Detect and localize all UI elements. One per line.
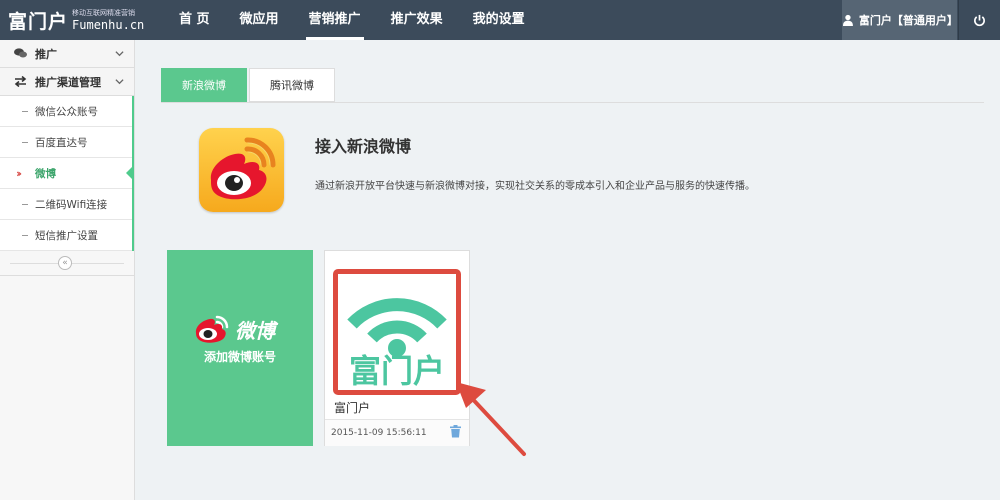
user-label: 富门户【普通用户】 bbox=[858, 14, 958, 27]
sidebar-channel-label: 推广渠道管理 bbox=[35, 75, 101, 89]
sidebar-collapse-row: « bbox=[0, 251, 134, 276]
intro-description: 通过新浪开放平台快速与新浪微博对接，实现社交关系的零成本引入和企业产品与服务的快… bbox=[315, 181, 755, 192]
logout-button[interactable] bbox=[958, 0, 1000, 40]
weibo-logo: 微博 bbox=[193, 314, 275, 344]
exchange-icon bbox=[14, 76, 27, 87]
sidebar-item-wechat[interactable]: 微信公众账号 bbox=[0, 96, 132, 127]
sidebar-item-qrcode-wifi[interactable]: 二维码Wifi连接 bbox=[0, 189, 132, 220]
weibo-icon bbox=[195, 315, 229, 343]
power-icon bbox=[974, 14, 985, 26]
nav-settings[interactable]: 我的设置 bbox=[458, 0, 540, 40]
weibo-logo-text: 微博 bbox=[235, 318, 275, 343]
sidebar-item-baidu[interactable]: 百度直达号 bbox=[0, 127, 132, 158]
sidebar-promo-label: 推广 bbox=[35, 47, 57, 61]
main-nav: 首 页 微应用 营销推广 推广效果 我的设置 bbox=[164, 0, 540, 40]
weibo-tabs: 新浪微博 腾讯微博 bbox=[161, 68, 337, 102]
nav-home[interactable]: 首 页 bbox=[164, 0, 225, 40]
tab-sina-weibo[interactable]: 新浪微博 bbox=[161, 68, 247, 102]
chevron-down-icon bbox=[115, 79, 124, 85]
logo-url: Fumenhu.cn bbox=[72, 17, 145, 32]
account-timestamp: 2015-11-09 15:56:11 bbox=[331, 428, 427, 438]
nav-marketing[interactable]: 营销推广 bbox=[294, 0, 376, 40]
chevron-down-icon bbox=[115, 51, 124, 57]
nav-micro-apps[interactable]: 微应用 bbox=[225, 0, 294, 40]
avatar-text: 富门户 bbox=[349, 352, 445, 390]
channel-submenu: 微信公众账号 百度直达号 ›› 微博 二维码Wifi连接 短信推广设置 bbox=[0, 96, 134, 251]
sidebar-item-channel-management[interactable]: 推广渠道管理 bbox=[0, 68, 134, 96]
sidebar-item-promo[interactable]: 推广 bbox=[0, 40, 134, 68]
annotation-arrow-icon bbox=[456, 382, 526, 456]
collapse-sidebar-button[interactable]: « bbox=[58, 256, 72, 270]
logo-tagline: 移动互联网精准营销 bbox=[72, 8, 136, 17]
weibo-account-card[interactable]: 富门户 富门户 2015-11-09 15:56:11 bbox=[324, 250, 470, 446]
brand-logo[interactable]: 富门户 移动互联网精准营销 Fumenhu.cn bbox=[0, 0, 150, 40]
tab-divider bbox=[161, 102, 984, 103]
account-avatar: 富门户 bbox=[333, 269, 461, 395]
intro-title: 接入新浪微博 bbox=[315, 137, 412, 156]
sina-weibo-app-icon bbox=[199, 128, 284, 212]
user-icon bbox=[842, 14, 853, 26]
tab-tencent-weibo[interactable]: 腾讯微博 bbox=[249, 68, 335, 102]
account-footer: 2015-11-09 15:56:11 bbox=[325, 419, 469, 446]
double-chevron-right-icon: ›› bbox=[16, 167, 22, 180]
add-weibo-account-label: 添加微博账号 bbox=[203, 350, 276, 364]
sidebar-item-weibo-label: 微博 bbox=[35, 167, 56, 180]
chat-bubble-icon bbox=[14, 48, 27, 59]
sidebar-item-sms[interactable]: 短信推广设置 bbox=[0, 220, 132, 251]
user-menu[interactable]: 富门户【普通用户】 bbox=[842, 0, 958, 40]
logo-mark: 富门户 bbox=[8, 10, 69, 33]
add-weibo-account-card[interactable]: 微博 添加微博账号 bbox=[167, 250, 313, 446]
top-navbar: 富门户 移动互联网精准营销 Fumenhu.cn 首 页 微应用 营销推广 推广… bbox=[0, 0, 1000, 40]
account-name: 富门户 bbox=[334, 401, 371, 415]
sidebar: 推广 推广渠道管理 微信公众账号 百度直达号 ›› 微博 二维码Wifi连接 短… bbox=[0, 40, 135, 500]
nav-effects[interactable]: 推广效果 bbox=[376, 0, 458, 40]
sidebar-item-weibo[interactable]: ›› 微博 bbox=[0, 158, 133, 189]
